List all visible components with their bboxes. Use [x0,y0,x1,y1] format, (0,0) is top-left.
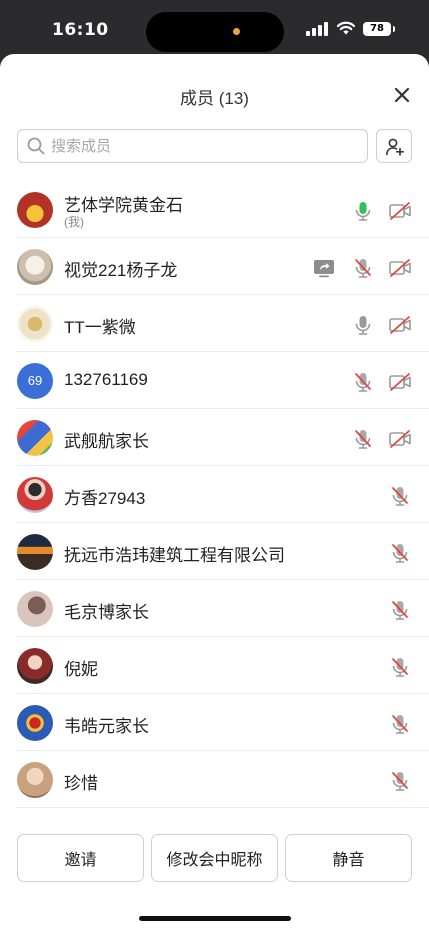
member-row[interactable]: TT一紫微 [17,295,429,352]
member-row[interactable]: 倪妮 [17,637,429,694]
avatar [17,591,53,627]
mic-muted-icon[interactable] [351,427,375,451]
mic-muted-icon[interactable] [388,712,412,736]
screen-share-icon[interactable] [312,256,336,280]
dynamic-island [146,12,284,52]
page-title: 成员 (13) [180,89,249,108]
avatar [17,420,53,456]
wifi-icon [336,21,356,35]
member-row[interactable]: 艺体学院黄金石 (我) [17,181,429,238]
status-bar: 16:10 78 [0,0,429,54]
mute-all-button[interactable]: 静音 [285,834,412,882]
invite-button[interactable]: 邀请 [17,834,144,882]
mic-muted-icon[interactable] [388,541,412,565]
member-name: TT一紫微 [64,318,136,337]
camera-off-icon[interactable] [388,199,412,223]
mic-muted-icon[interactable] [351,256,375,280]
mic-muted-icon[interactable] [388,655,412,679]
battery-icon: 78 [363,22,395,36]
camera-off-icon[interactable] [388,370,412,394]
mic-muted-icon[interactable] [388,598,412,622]
member-name: 韦皓元家长 [64,717,149,736]
avatar [17,648,53,684]
avatar [17,534,53,570]
member-row[interactable]: 视觉221杨子龙 [17,238,429,295]
avatar [17,249,53,285]
sheet-header: 成员 (13) [0,54,429,138]
member-row[interactable]: 方香27943 [17,466,429,523]
avatar [17,705,53,741]
status-time: 16:10 [52,20,109,40]
member-row[interactable]: 韦皓元家长 [17,694,429,751]
mic-icon[interactable] [351,199,375,223]
member-name: 方香27943 [64,489,146,508]
mic-muted-icon[interactable] [388,484,412,508]
member-name: 抚远市浩玮建筑工程有限公司 [64,546,285,565]
home-indicator [139,916,291,921]
member-row[interactable]: 毛京博家长 [17,580,429,637]
member-name: 毛京博家长 [64,603,149,622]
avatar [17,477,53,513]
camera-off-icon[interactable] [388,313,412,337]
avatar [17,762,53,798]
avatar-initials: 69 [27,373,43,388]
search-icon [27,137,45,155]
search-input[interactable] [51,134,351,158]
member-row[interactable]: 69 132761169 [17,352,429,409]
member-name: 武舰航家长 [64,432,149,451]
add-member-button[interactable] [376,129,412,163]
add-user-icon [386,138,404,156]
member-row[interactable]: 珍惜 [17,751,429,808]
member-name: 珍惜 [64,774,98,793]
members-sheet: 成员 (13) 艺体学院黄金石(我) 视觉221杨子龙 [0,54,429,931]
member-self-tag: (我) [64,215,84,229]
member-list[interactable]: 艺体学院黄金石 (我) 视觉221杨子龙 TT一紫微 69 132761169 武舰… [0,181,429,824]
action-bar: 邀请 修改会中昵称 静音 [0,834,429,894]
search-row [17,129,412,163]
avatar: 69 [17,363,53,399]
avatar [17,306,53,342]
search-box[interactable] [17,129,368,163]
member-row[interactable]: 武舰航家长 [17,409,429,466]
avatar [17,192,53,228]
camera-off-icon[interactable] [388,256,412,280]
member-row[interactable]: 抚远市浩玮建筑工程有限公司 [17,523,429,580]
member-name: 视觉221杨子龙 [64,261,178,280]
mic-icon[interactable] [351,313,375,337]
mic-muted-icon[interactable] [388,769,412,793]
cellular-signal-icon [306,22,330,36]
camera-off-icon[interactable] [388,427,412,451]
rename-button[interactable]: 修改会中昵称 [151,834,278,882]
mic-muted-icon[interactable] [351,370,375,394]
close-icon[interactable] [392,85,412,105]
member-name: 132761169 [64,370,148,389]
member-name: 倪妮 [64,660,98,679]
